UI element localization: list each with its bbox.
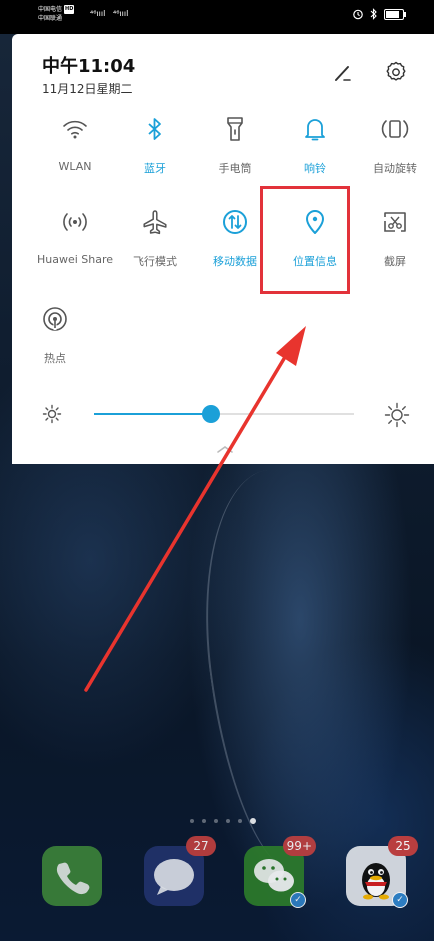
tile-wlan[interactable]: WLAN: [35, 114, 115, 194]
brightness-track-fill: [94, 413, 211, 415]
shade-collapse-handle[interactable]: [216, 444, 234, 454]
tile-autorotate-label: 自动旋转: [373, 162, 417, 175]
tile-flashlight[interactable]: 手电筒: [195, 114, 275, 194]
bluetooth-status-icon: [370, 8, 377, 20]
quick-settings-panel: 中午11:04 11月12日星期二 WLAN 蓝牙 手电筒 响铃 自动旋转 Hu…: [12, 34, 434, 464]
huawei-share-icon: [60, 207, 90, 237]
wechat-app[interactable]: 99+ ✓: [244, 836, 316, 908]
tile-screenshot-label: 截屏: [384, 255, 406, 268]
qq-badge: 25: [388, 836, 418, 856]
tile-hotspot[interactable]: 热点: [15, 304, 95, 384]
messages-badge: 27: [186, 836, 216, 856]
hotspot-icon: [40, 304, 70, 334]
signal-2-icon: ⁴⁶ıııl: [113, 9, 129, 18]
screenshot-icon: [380, 207, 410, 237]
signal-1-icon: ⁴⁶ıııl: [90, 9, 106, 18]
carrier-2-name: 中国联通: [38, 15, 63, 22]
rotate-icon: [380, 114, 410, 144]
brightness-thumb[interactable]: [202, 405, 220, 423]
brightness-low-icon: [42, 404, 62, 424]
page-dot: [190, 819, 194, 823]
page-dot: [226, 819, 230, 823]
clock-time: 中午11:04: [42, 56, 136, 77]
carrier-info: 中国电信 HD 中国联通: [38, 5, 75, 23]
battery-fill: [386, 10, 399, 18]
phone-app[interactable]: [42, 846, 102, 906]
page-dot: [214, 819, 218, 823]
battery-icon: [384, 8, 406, 20]
settings-gear-icon[interactable]: [384, 60, 408, 84]
tile-airplane[interactable]: 飞行模式: [115, 207, 195, 287]
carrier-1-name: 中国电信: [38, 6, 63, 13]
flashlight-icon: [220, 114, 250, 144]
brightness-track[interactable]: [94, 405, 354, 423]
brightness-slider[interactable]: [42, 402, 412, 428]
page-indicator: [190, 818, 256, 824]
tile-bluetooth[interactable]: 蓝牙: [115, 114, 195, 194]
bell-icon: [300, 114, 330, 144]
phone-icon: [56, 862, 90, 895]
page-dot-active: [250, 818, 256, 824]
tile-huawei-share[interactable]: Huawei Share: [35, 207, 115, 287]
tile-hotspot-label: 热点: [44, 352, 66, 365]
messages-app[interactable]: 27: [144, 836, 216, 906]
clock-date: 11月12日星期二: [42, 82, 133, 96]
location-highlight-box: [260, 186, 350, 294]
wifi-icon: [60, 114, 90, 144]
hd-badge: HD: [64, 5, 75, 14]
brightness-high-icon: [384, 402, 410, 428]
tile-screenshot[interactable]: 截屏: [355, 207, 434, 287]
airplane-icon: [140, 207, 170, 237]
wechat-badge: 99+: [282, 836, 316, 856]
tile-autorotate[interactable]: 自动旋转: [355, 114, 434, 194]
qq-app[interactable]: 25 ✓: [346, 836, 418, 908]
page-dot: [238, 819, 242, 823]
dual-app-badge: ✓: [392, 892, 408, 908]
tile-ring[interactable]: 响铃: [275, 114, 355, 194]
page-dot: [202, 819, 206, 823]
status-bar: 中国电信 HD 中国联通 ⁴⁶ıııl ⁴⁶ıııl: [0, 0, 434, 34]
bluetooth-icon: [140, 114, 170, 144]
mobile-data-icon: [220, 207, 250, 237]
edit-icon[interactable]: [330, 62, 354, 84]
alarm-icon: [353, 9, 363, 20]
dual-app-badge: ✓: [290, 892, 306, 908]
